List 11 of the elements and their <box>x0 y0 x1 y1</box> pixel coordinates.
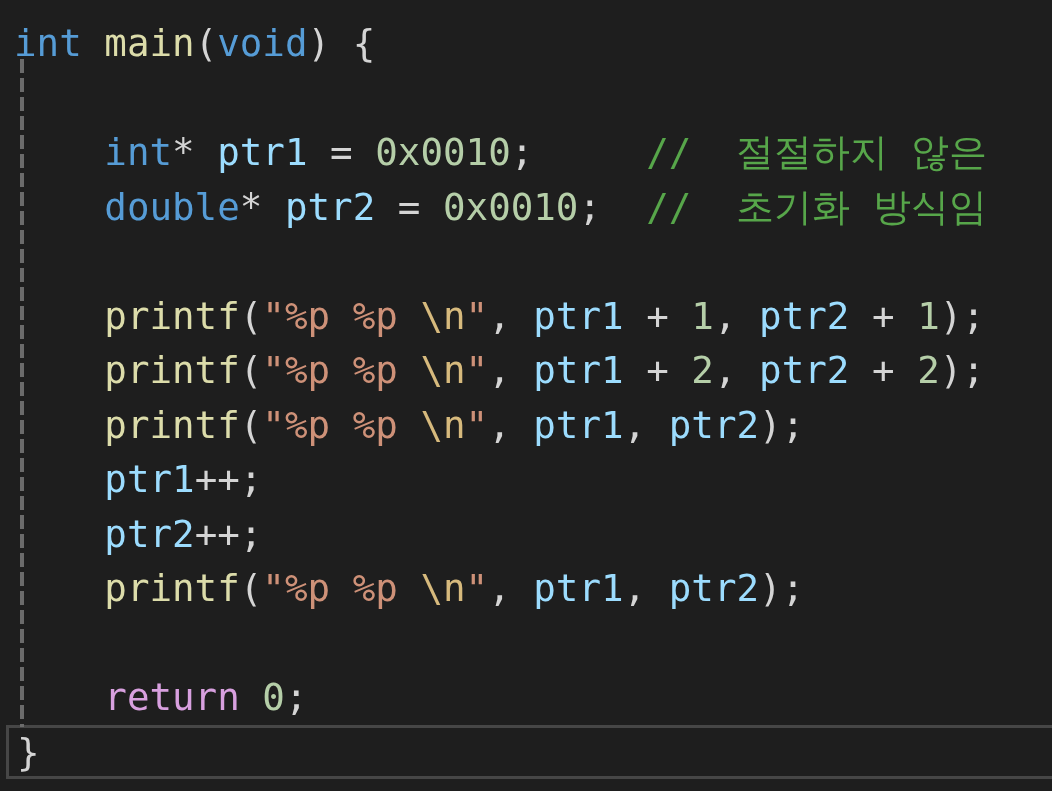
code-line: } <box>17 728 40 776</box>
code-line: return 0; <box>103 674 308 721</box>
code-line: printf("%p %p \n", ptr1, ptr2); <box>103 401 805 449</box>
code-line: printf("%p %p \n", ptr1, ptr2); <box>103 565 805 612</box>
code-line: ptr2++; <box>103 510 263 558</box>
code-line: ptr1++; <box>103 456 263 503</box>
code-line: int* ptr1 = 0x0010; // 절절하지 않은 <box>103 129 988 176</box>
code-line: printf("%p %p \n", ptr1 + 1, ptr2 + 1); <box>103 292 985 340</box>
code-line: double* ptr2 = 0x0010; // 초기화 방식임 <box>103 183 988 231</box>
code-line: printf("%p %p \n", ptr1 + 2, ptr2 + 2); <box>103 347 985 394</box>
code-line: int main(void) { <box>14 20 376 67</box>
